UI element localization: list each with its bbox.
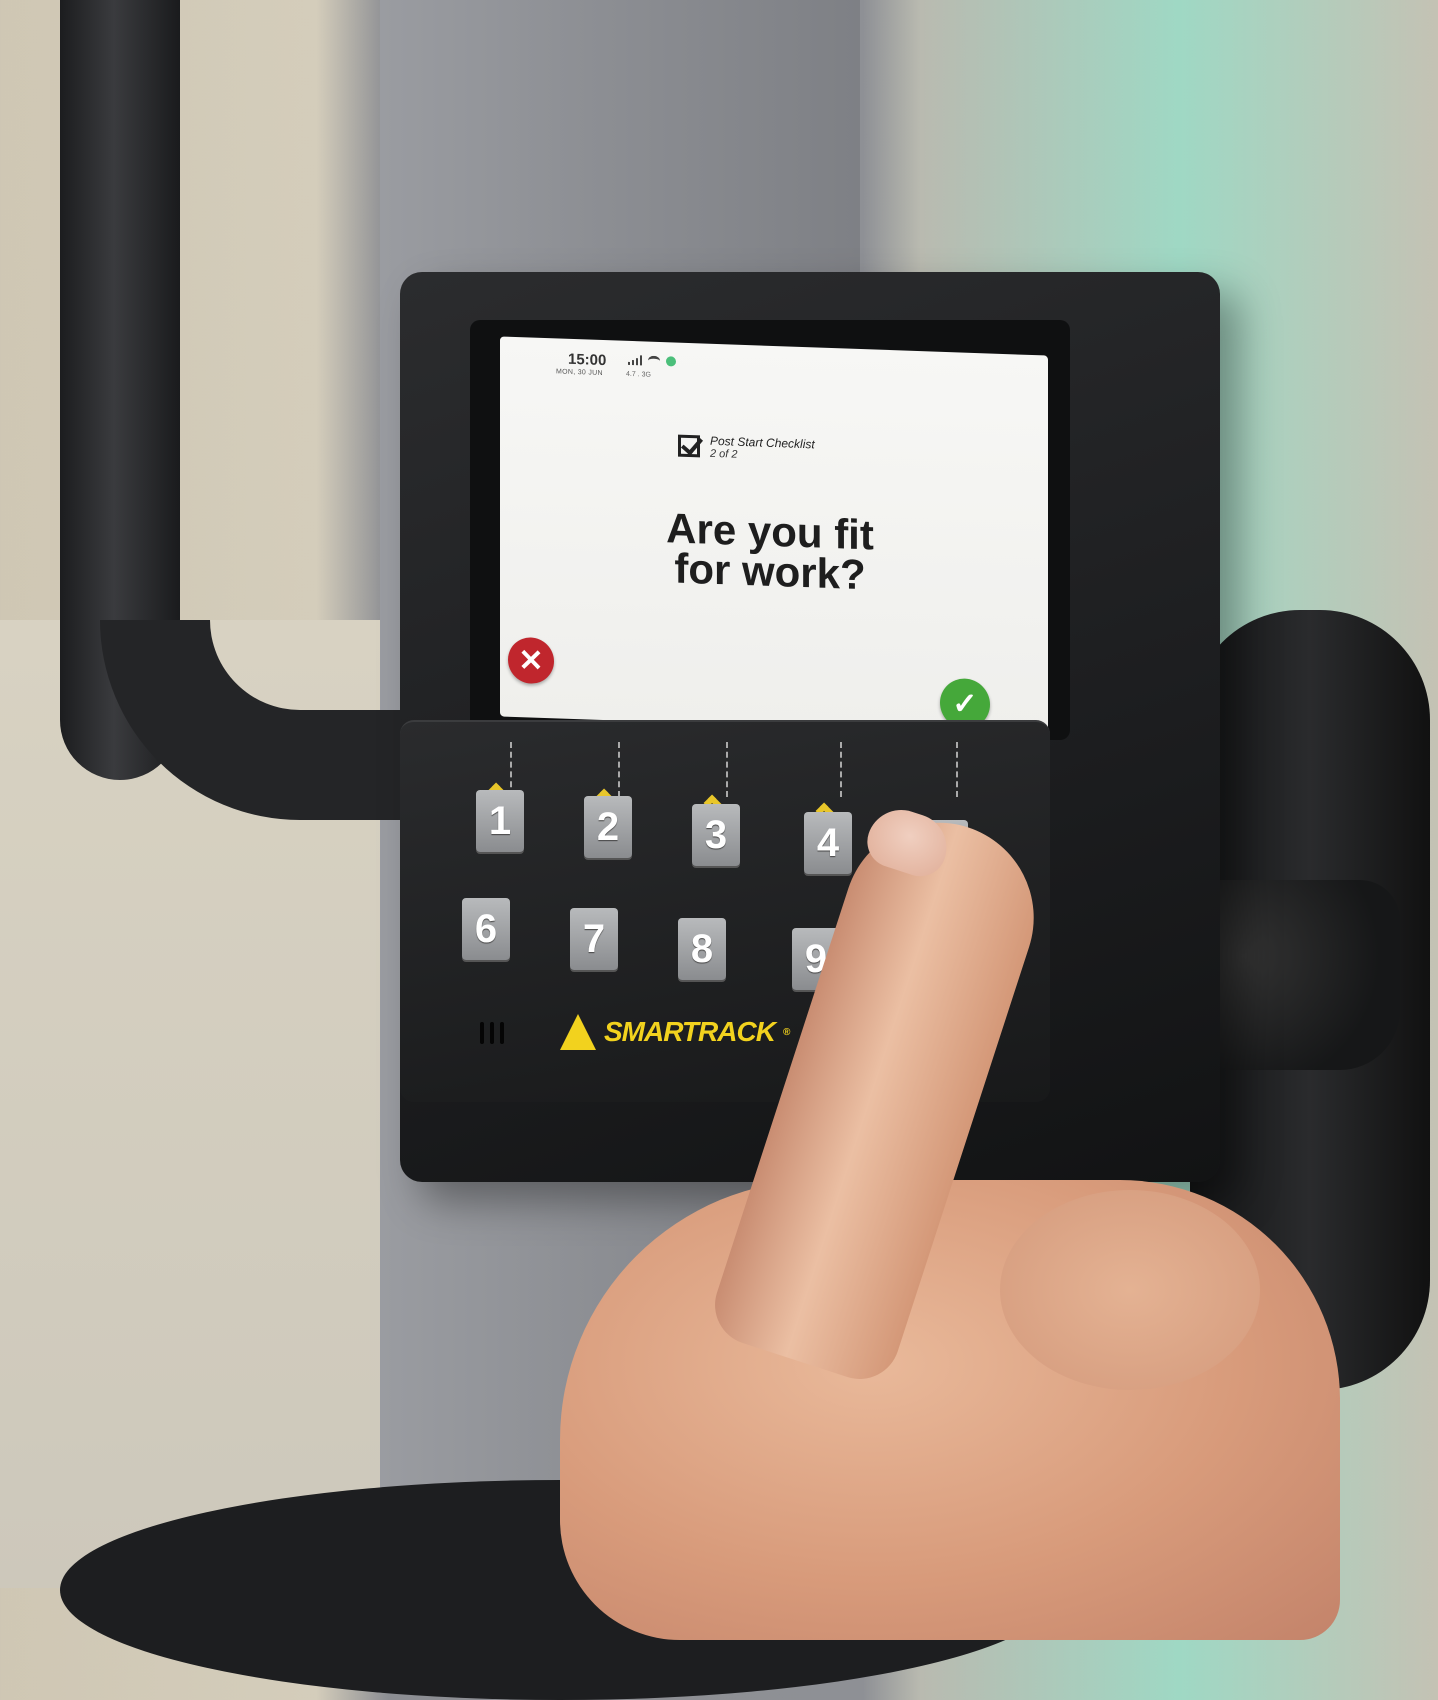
dash-guide: [510, 742, 512, 797]
no-button[interactable]: ✕: [508, 636, 554, 685]
check-icon: ✓: [952, 686, 978, 721]
checklist-header: Post Start Checklist 2 of 2: [678, 433, 815, 464]
key-1[interactable]: 1: [476, 790, 524, 852]
key-6[interactable]: 6: [462, 898, 510, 960]
question-text: Are you fit for work?: [590, 504, 950, 598]
status-date: MON, 30 JUN: [556, 368, 603, 378]
brand-logo: SMARTRACK ®: [560, 1014, 790, 1050]
hand-knuckle: [1000, 1190, 1260, 1390]
status-sub: 4.7 . 3G: [626, 370, 651, 379]
wifi-icon: [648, 355, 660, 367]
brand-name: SMARTRACK: [604, 1016, 776, 1047]
status-icons: [628, 355, 676, 367]
touch-screen: 15:00 MON, 30 JUN 4.7 . 3G Post Start Ch…: [500, 336, 1048, 736]
key-3[interactable]: 3: [692, 804, 740, 866]
speaker-icon: [480, 1022, 504, 1044]
close-icon: ✕: [518, 643, 544, 678]
brand-registered: ®: [782, 1026, 790, 1038]
gps-icon: [666, 356, 676, 367]
dash-guide: [956, 742, 958, 797]
status-time: 15:00: [568, 350, 607, 370]
signal-icon: [628, 355, 642, 366]
dash-guide: [726, 742, 728, 797]
dash-guide: [840, 742, 842, 797]
key-2[interactable]: 2: [584, 796, 632, 858]
key-4[interactable]: 4: [804, 812, 852, 874]
checkbox-icon: [678, 434, 700, 458]
brand-logo-icon: [560, 1014, 596, 1050]
dash-guide: [618, 742, 620, 797]
key-8[interactable]: 8: [678, 918, 726, 980]
key-7[interactable]: 7: [570, 908, 618, 970]
